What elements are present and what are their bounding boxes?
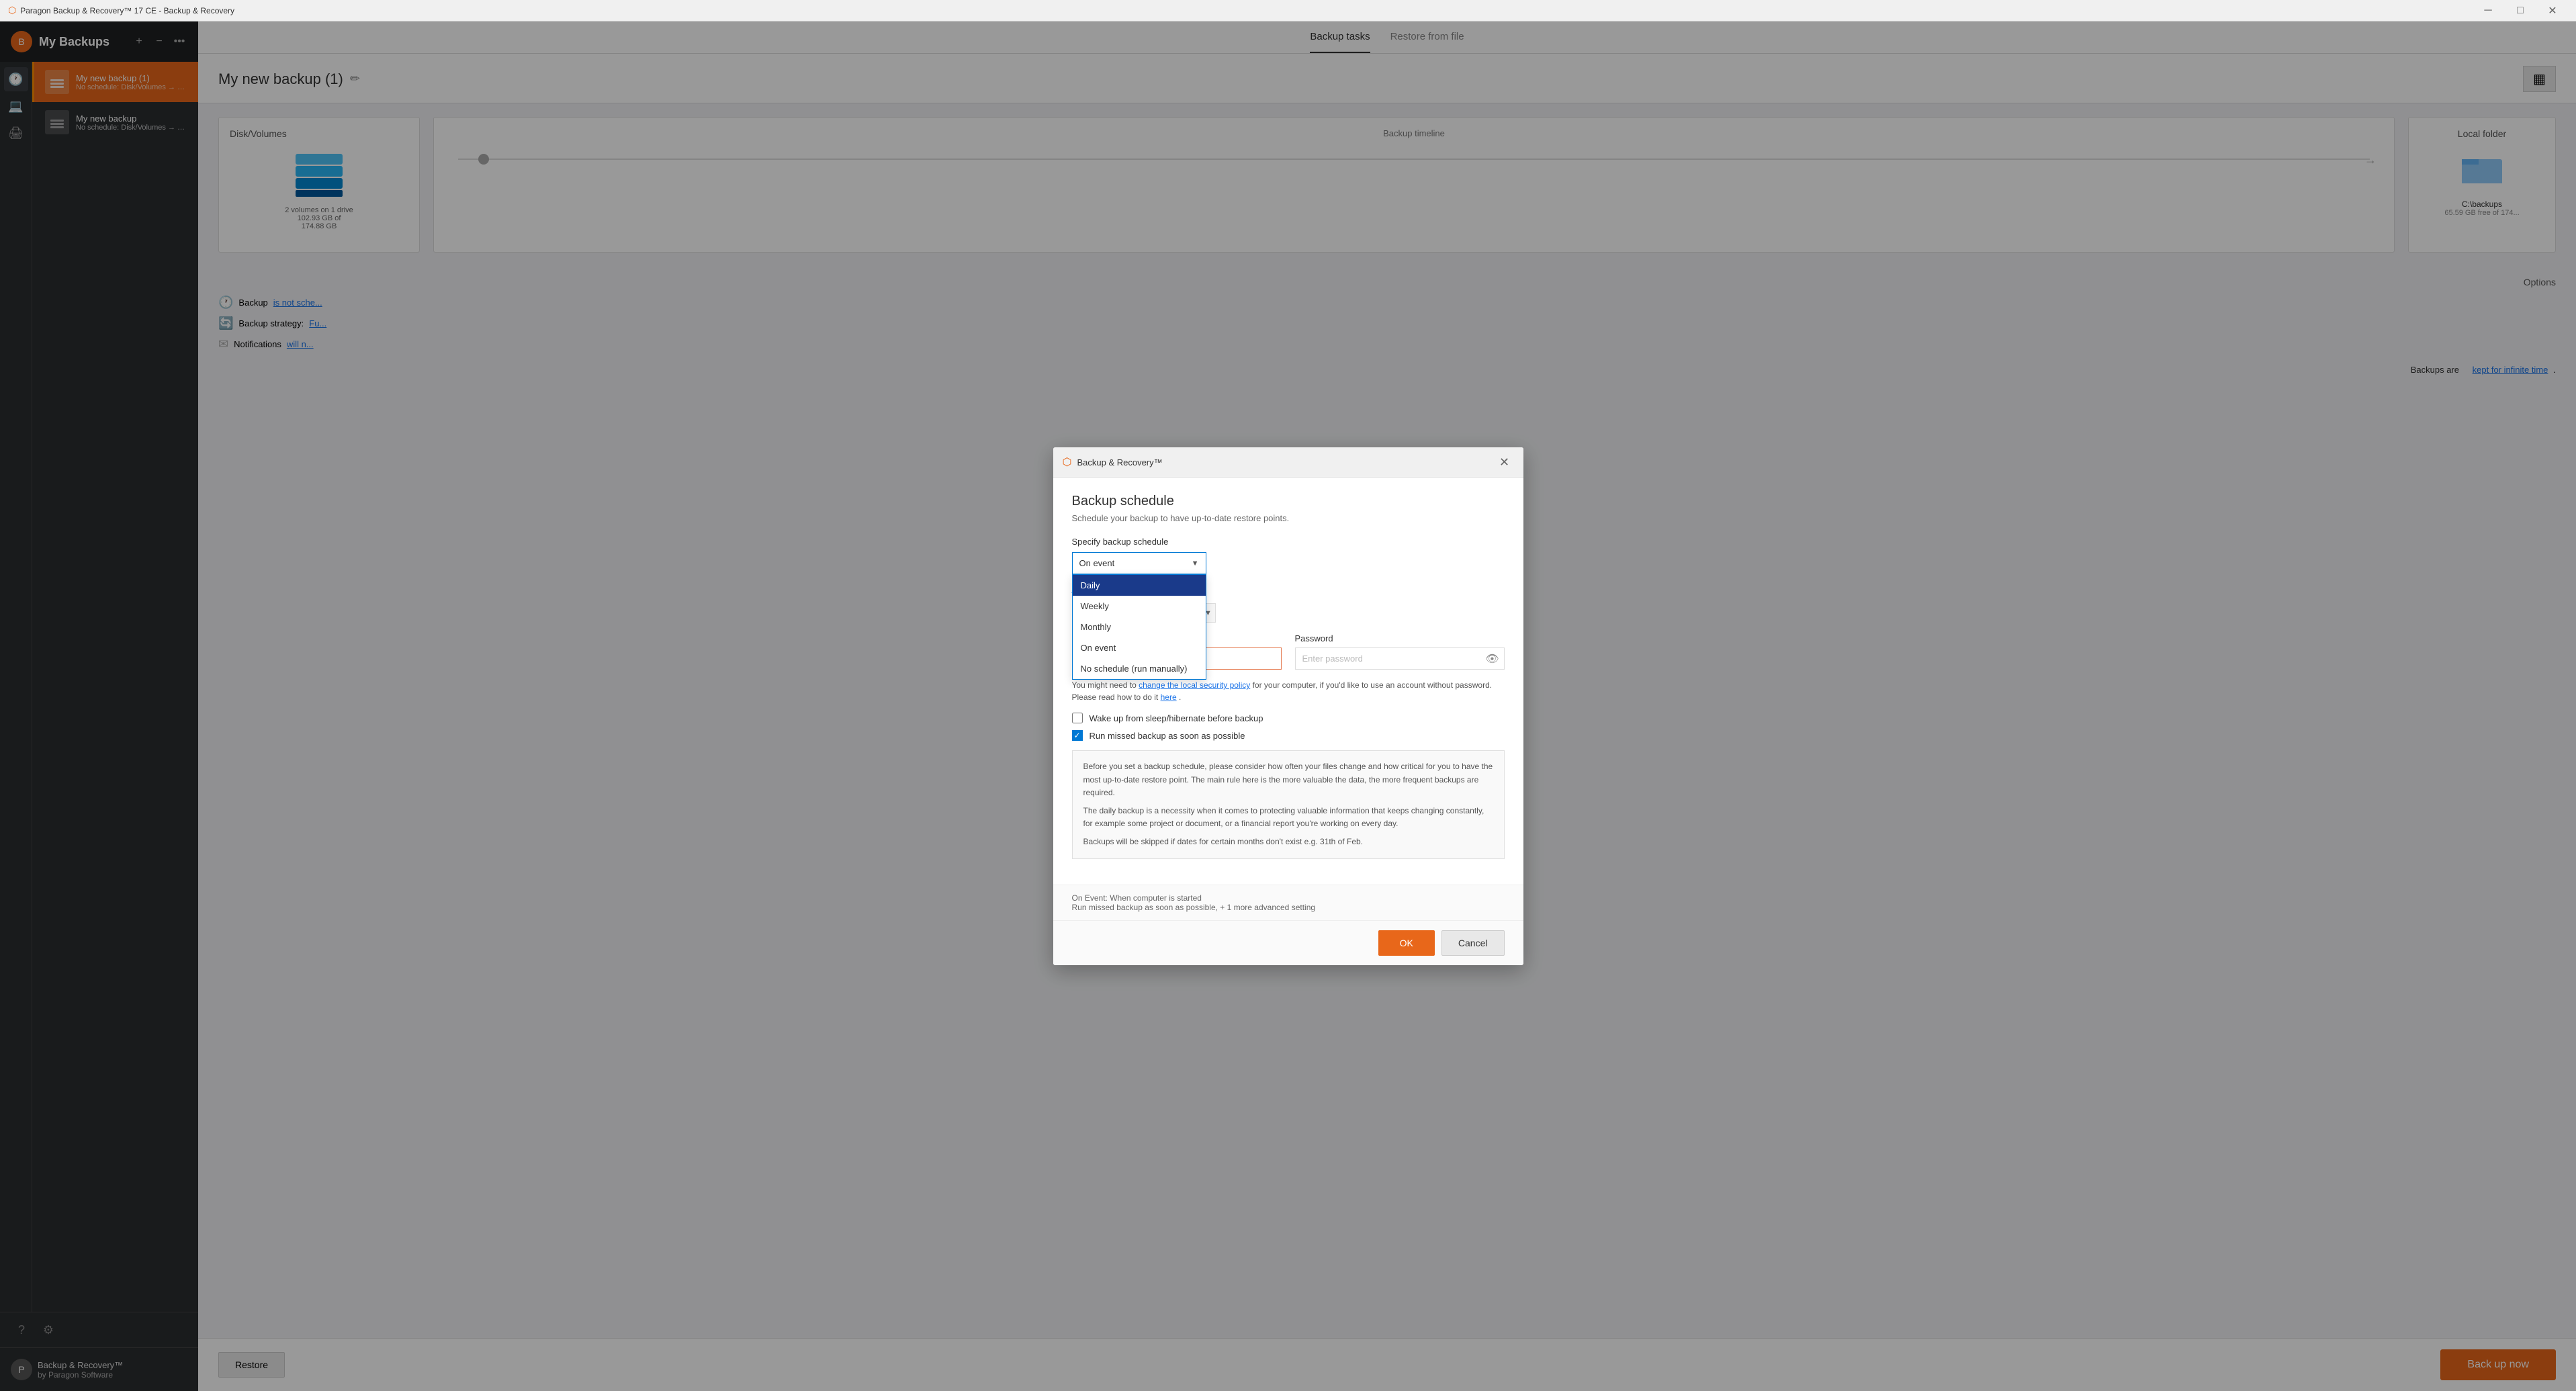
- security-policy-link[interactable]: change the local security policy: [1139, 680, 1250, 690]
- password-label: Password: [1295, 633, 1505, 643]
- dropdown-list: Daily Weekly Monthly On event No schedul…: [1072, 574, 1206, 680]
- dropdown-option-no-schedule[interactable]: No schedule (run manually): [1073, 658, 1206, 679]
- info-text-1: Before you set a backup schedule, please…: [1083, 760, 1493, 799]
- window-controls: ─ □ ✕: [2473, 0, 2568, 21]
- ok-button[interactable]: OK: [1378, 930, 1435, 956]
- run-missed-row: ✓ Run missed backup as soon as possible: [1072, 730, 1505, 741]
- modal-buttons: OK Cancel: [1053, 920, 1523, 965]
- security-note: You might need to change the local secur…: [1072, 679, 1505, 703]
- modal-titlebar: ⬡ Backup & Recovery™ ✕: [1053, 447, 1523, 478]
- show-password-button[interactable]: 👁: [1485, 652, 1499, 666]
- title-bar-text: Paragon Backup & Recovery™ 17 CE - Backu…: [20, 6, 234, 15]
- dropdown-option-daily[interactable]: Daily: [1073, 575, 1206, 596]
- footer-line1: On Event: When computer is started: [1072, 893, 1505, 903]
- info-text-3: Backups will be skipped if dates for cer…: [1083, 836, 1493, 848]
- footer-line2: Run missed backup as soon as possible, +…: [1072, 903, 1505, 912]
- close-button[interactable]: ✕: [2537, 0, 2568, 21]
- run-missed-label: Run missed backup as soon as possible: [1090, 731, 1245, 741]
- schedule-dropdown-wrapper: On event ▼ Daily Weekly Monthly On event…: [1072, 552, 1505, 574]
- dropdown-option-weekly[interactable]: Weekly: [1073, 596, 1206, 617]
- app-icon: ⬡: [8, 5, 16, 16]
- info-box: Before you set a backup schedule, please…: [1072, 750, 1505, 858]
- modal-footer-info: On Event: When computer is started Run m…: [1053, 885, 1523, 920]
- password-input-wrapper: 👁: [1295, 647, 1505, 670]
- password-input[interactable]: [1295, 647, 1505, 670]
- backup-schedule-modal: ⬡ Backup & Recovery™ ✕ Backup schedule S…: [1053, 447, 1523, 964]
- run-missed-checkbox[interactable]: ✓: [1072, 730, 1083, 741]
- wake-up-row: Wake up from sleep/hibernate before back…: [1072, 713, 1505, 723]
- modal-close-button[interactable]: ✕: [1495, 453, 1514, 472]
- modal-icon: ⬡: [1063, 455, 1072, 469]
- password-group: Password 👁: [1295, 633, 1505, 670]
- dropdown-option-monthly[interactable]: Monthly: [1073, 617, 1206, 637]
- modal-title: Backup schedule: [1072, 494, 1505, 509]
- maximize-button[interactable]: □: [2505, 0, 2536, 21]
- minimize-button[interactable]: ─: [2473, 0, 2503, 21]
- modal-app-name: Backup & Recovery™: [1077, 457, 1489, 467]
- modal-body: Backup schedule Schedule your backup to …: [1053, 478, 1523, 884]
- dropdown-option-on-event[interactable]: On event: [1073, 637, 1206, 658]
- wake-up-checkbox[interactable]: [1072, 713, 1083, 723]
- cancel-button[interactable]: Cancel: [1441, 930, 1505, 956]
- here-link[interactable]: here: [1161, 692, 1177, 702]
- modal-subtitle: Schedule your backup to have up-to-date …: [1072, 513, 1505, 523]
- dropdown-arrow-icon: ▼: [1192, 559, 1199, 568]
- info-text-2: The daily backup is a necessity when it …: [1083, 805, 1493, 830]
- dropdown-selected-value: On event: [1079, 558, 1192, 568]
- wake-up-label: Wake up from sleep/hibernate before back…: [1090, 713, 1263, 723]
- schedule-dropdown[interactable]: On event ▼: [1072, 552, 1206, 574]
- modal-overlay: ⬡ Backup & Recovery™ ✕ Backup schedule S…: [0, 21, 2576, 1391]
- specify-label: Specify backup schedule: [1072, 537, 1505, 547]
- title-bar: ⬡ Paragon Backup & Recovery™ 17 CE - Bac…: [0, 0, 2576, 21]
